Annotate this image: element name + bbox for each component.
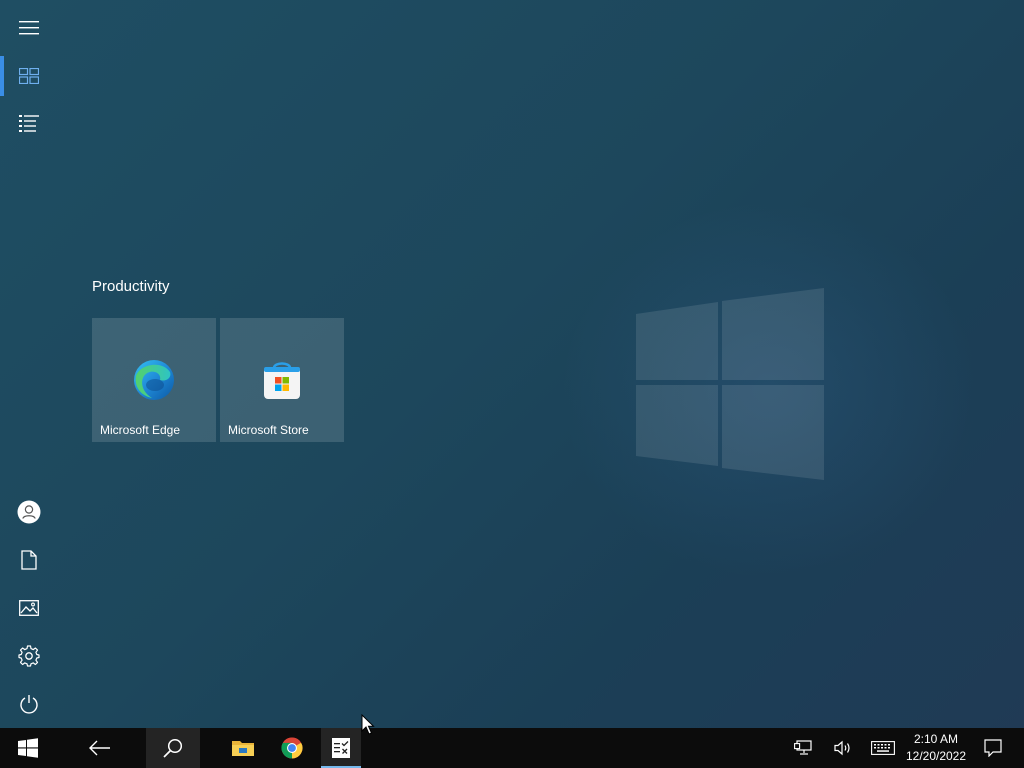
- back-arrow-icon: [89, 740, 110, 756]
- tile-label: Microsoft Edge: [100, 423, 181, 437]
- tile-microsoft-store[interactable]: Microsoft Store: [220, 318, 344, 442]
- touch-keyboard-button[interactable]: [868, 728, 898, 768]
- documents-button[interactable]: [0, 536, 58, 584]
- task-app-icon: [332, 738, 350, 758]
- windows-start-icon: [18, 738, 38, 758]
- expand-menu-button[interactable]: [0, 4, 58, 52]
- network-tray-button[interactable]: [788, 728, 818, 768]
- power-icon: [20, 695, 38, 714]
- tile-microsoft-edge[interactable]: Microsoft Edge: [92, 318, 216, 442]
- chrome-icon: [281, 737, 303, 759]
- search-button[interactable]: [146, 728, 200, 768]
- back-button[interactable]: [76, 728, 124, 768]
- clock-time: 2:10 AM: [913, 732, 959, 746]
- task-app-button[interactable]: [321, 728, 361, 768]
- start-menu: Productivity Microsoft Edge Microsoft St…: [0, 0, 1024, 728]
- file-explorer-button[interactable]: [219, 728, 267, 768]
- all-apps-list-icon: [19, 115, 39, 132]
- mouse-cursor-icon: [361, 714, 375, 735]
- file-explorer-icon: [232, 741, 254, 756]
- tile-label: Microsoft Store: [228, 423, 309, 437]
- start-button[interactable]: [4, 728, 52, 768]
- taskbar-clock[interactable]: 2:10 AM 12/20/2022: [900, 728, 972, 768]
- power-button[interactable]: [0, 680, 58, 728]
- windows-logo-watermark: [636, 288, 824, 480]
- keyboard-icon: [871, 741, 895, 755]
- volume-tray-button[interactable]: [828, 728, 858, 768]
- settings-button[interactable]: [0, 632, 58, 680]
- chrome-button[interactable]: [268, 728, 316, 768]
- tiles-icon: [19, 68, 39, 84]
- network-icon: [794, 740, 812, 755]
- clock-date: 12/20/2022: [905, 749, 967, 763]
- user-account-button[interactable]: [0, 488, 58, 536]
- start-left-rail: [0, 0, 58, 728]
- settings-gear-icon: [18, 645, 40, 667]
- hamburger-icon: [19, 21, 39, 35]
- taskbar: 2:10 AM 12/20/2022: [0, 728, 1024, 768]
- search-icon: [163, 738, 183, 758]
- store-icon: [264, 362, 300, 399]
- edge-icon: [134, 360, 174, 400]
- action-center-icon: [984, 739, 1002, 757]
- pictures-icon: [19, 600, 39, 616]
- all-apps-button[interactable]: [0, 100, 58, 148]
- pinned-tiles-button[interactable]: [0, 52, 58, 100]
- tile-group-title: Productivity: [92, 278, 170, 295]
- pictures-button[interactable]: [0, 584, 58, 632]
- documents-icon: [21, 550, 37, 570]
- volume-icon: [834, 740, 850, 756]
- user-icon: [17, 500, 41, 524]
- action-center-button[interactable]: [978, 728, 1008, 768]
